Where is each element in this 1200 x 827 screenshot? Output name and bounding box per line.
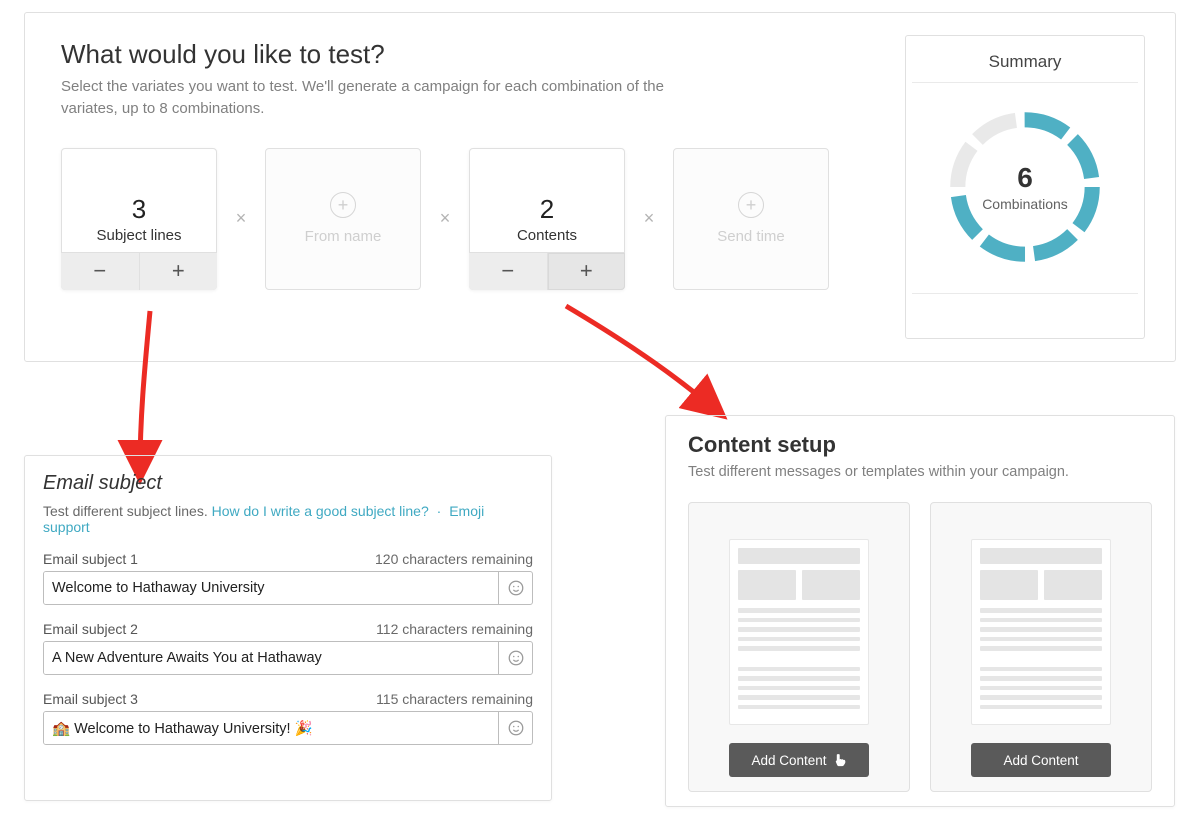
page-description: Select the variates you want to test. We… <box>61 76 701 120</box>
add-content-button[interactable]: Add Content <box>729 743 869 777</box>
add-content-label: Add Content <box>1003 753 1078 768</box>
variate-count: 2 <box>540 194 554 225</box>
multiply-icon: × <box>635 208 663 229</box>
content-setup-panel: Content setup Test different messages or… <box>665 415 1175 807</box>
chars-remaining: 112 characters remaining <box>376 621 533 637</box>
email-subject-panel: Email subject Test different subject lin… <box>24 455 552 801</box>
subject-group-3: Email subject 3 115 characters remaining <box>43 691 533 745</box>
content-cards-row: Add Content Add Content <box>688 502 1152 792</box>
increment-button[interactable]: + <box>547 253 626 290</box>
variate-label: Send time <box>717 228 785 245</box>
subject-field-label: Email subject 1 <box>43 551 138 567</box>
link-howto-subject[interactable]: How do I write a good subject line? <box>212 503 429 519</box>
subject-field-label: Email subject 2 <box>43 621 138 637</box>
smiley-icon <box>507 719 525 737</box>
subject-input-wrap <box>43 641 533 675</box>
variate-label: From name <box>305 228 382 245</box>
chars-remaining: 115 characters remaining <box>376 691 533 707</box>
divider <box>912 82 1138 83</box>
subject-input-wrap <box>43 571 533 605</box>
subject-input-2[interactable] <box>44 642 498 674</box>
template-thumbnail-icon <box>971 539 1111 725</box>
variate-stepper: − + <box>61 252 217 290</box>
subject-desc-text: Test different subject lines. <box>43 503 212 519</box>
add-circle-icon: + <box>738 192 764 218</box>
variate-stepper: − + <box>469 252 625 290</box>
add-content-button[interactable]: Add Content <box>971 743 1111 777</box>
content-card-1: Add Content <box>688 502 910 792</box>
combinations-count: 6 <box>1017 162 1033 194</box>
content-card-2: Add Content <box>930 502 1152 792</box>
cursor-hand-icon <box>833 753 847 767</box>
multiply-icon: × <box>431 208 459 229</box>
variate-card-fromname[interactable]: + From name <box>265 148 421 290</box>
add-content-label: Add Content <box>751 753 826 768</box>
subject-panel-title: Email subject <box>43 472 533 495</box>
summary-panel: Summary <box>905 35 1145 339</box>
subject-input-wrap <box>43 711 533 745</box>
subject-group-1: Email subject 1 120 characters remaining <box>43 551 533 605</box>
dot-separator-icon: · <box>437 503 442 519</box>
summary-title: Summary <box>912 46 1138 82</box>
combinations-label: Combinations <box>982 196 1068 212</box>
subject-input-1[interactable] <box>44 572 498 604</box>
emoji-picker-button[interactable] <box>498 712 532 744</box>
combinations-ring-chart: 6 Combinations <box>941 103 1109 271</box>
content-panel-desc: Test different messages or templates wit… <box>688 464 1152 480</box>
page-title: What would you like to test? <box>61 39 891 70</box>
variate-row: 3 Subject lines − + × + From name × 2 <box>61 148 891 290</box>
emoji-picker-button[interactable] <box>498 572 532 604</box>
test-config-left: What would you like to test? Select the … <box>61 35 905 339</box>
smiley-icon <box>507 649 525 667</box>
subject-field-label: Email subject 3 <box>43 691 138 707</box>
subject-input-3[interactable] <box>44 712 498 744</box>
multiply-icon: × <box>227 208 255 229</box>
page: What would you like to test? Select the … <box>0 0 1200 827</box>
variate-card-sendtime[interactable]: + Send time <box>673 148 829 290</box>
decrement-button[interactable]: − <box>469 253 547 290</box>
ring-center: 6 Combinations <box>982 162 1068 212</box>
smiley-icon <box>507 579 525 597</box>
increment-button[interactable]: + <box>139 253 218 290</box>
variate-label: Contents <box>517 227 577 244</box>
subject-panel-desc: Test different subject lines. How do I w… <box>43 503 533 535</box>
variate-count: 3 <box>132 194 146 225</box>
chars-remaining: 120 characters remaining <box>375 551 533 567</box>
decrement-button[interactable]: − <box>61 253 139 290</box>
test-config-panel: What would you like to test? Select the … <box>24 12 1176 362</box>
content-panel-title: Content setup <box>688 432 1152 458</box>
subject-group-2: Email subject 2 112 characters remaining <box>43 621 533 675</box>
emoji-picker-button[interactable] <box>498 642 532 674</box>
variate-card-subject[interactable]: 3 Subject lines − + <box>61 148 217 290</box>
variate-label: Subject lines <box>96 227 181 244</box>
template-thumbnail-icon <box>729 539 869 725</box>
add-circle-icon: + <box>330 192 356 218</box>
variate-card-contents[interactable]: 2 Contents − + <box>469 148 625 290</box>
divider <box>912 293 1138 294</box>
